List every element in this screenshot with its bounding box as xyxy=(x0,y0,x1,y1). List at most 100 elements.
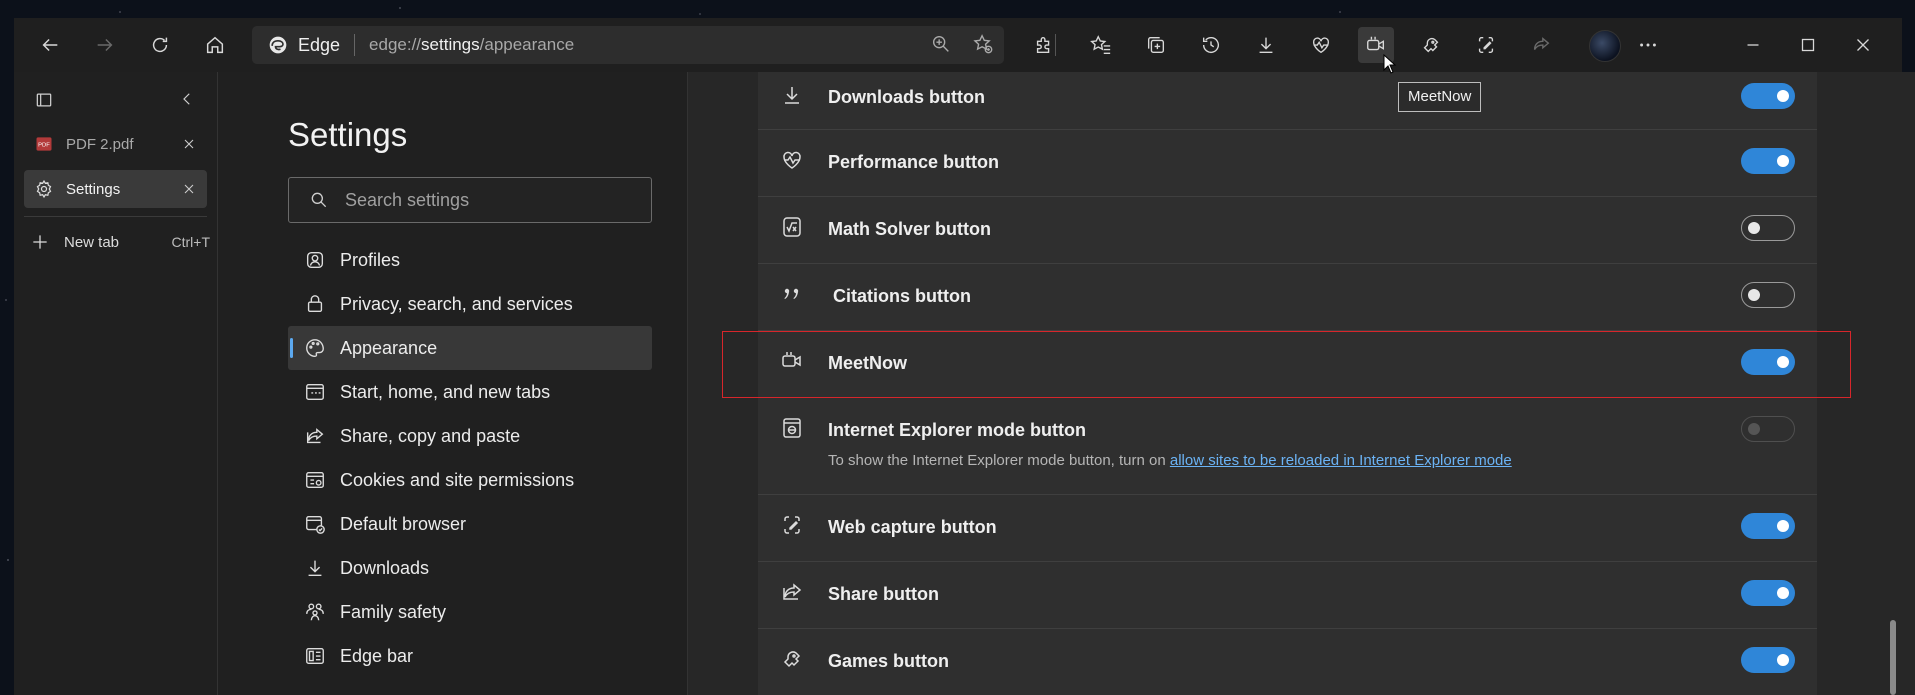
nav-item-family-safety[interactable]: Family safety xyxy=(288,590,652,634)
tab-pdf[interactable]: PDF PDF 2.pdf xyxy=(24,125,207,163)
address-separator xyxy=(354,34,356,56)
forward-icon xyxy=(97,38,113,52)
performance-icon xyxy=(1312,37,1330,54)
performance-icon xyxy=(783,151,801,169)
mouse-cursor-icon xyxy=(1383,54,1397,74)
lock-icon xyxy=(307,295,323,313)
nav-item-share-copy[interactable]: Share, copy and paste xyxy=(288,414,652,458)
games-icon xyxy=(1423,37,1439,53)
back-icon xyxy=(42,38,58,52)
refresh-icon xyxy=(152,37,168,53)
setting-label: Games button xyxy=(828,651,950,671)
web-capture-icon xyxy=(784,516,800,534)
nav-item-appearance[interactable]: Appearance xyxy=(288,326,652,370)
edge-bar-icon xyxy=(306,647,324,665)
tab-settings[interactable]: Settings xyxy=(24,170,207,208)
setting-label: Share button xyxy=(828,584,939,604)
browser-toolbar: Edge edge://settings/appearance xyxy=(14,18,1902,72)
collections-button[interactable] xyxy=(1138,27,1174,63)
share-button[interactable] xyxy=(1523,27,1559,63)
setting-label: Citations button xyxy=(833,286,971,306)
citations-toggle[interactable] xyxy=(1741,282,1795,308)
tab-actions-icon[interactable] xyxy=(34,90,54,110)
forward-button[interactable] xyxy=(87,27,123,63)
setting-row-downloads: Downloads button xyxy=(758,72,1817,130)
minimize-button[interactable] xyxy=(1735,27,1771,63)
downloads-toggle[interactable] xyxy=(1741,83,1795,109)
address-bar[interactable]: Edge edge://settings/appearance xyxy=(252,26,1004,64)
profile-avatar[interactable] xyxy=(1589,30,1621,62)
setting-row-share: Share button xyxy=(758,561,1817,629)
refresh-button[interactable] xyxy=(142,27,178,63)
web-capture-toggle[interactable] xyxy=(1741,513,1795,539)
games-button[interactable] xyxy=(1413,27,1449,63)
share-icon xyxy=(1533,37,1550,50)
games-toggle[interactable] xyxy=(1741,647,1795,673)
performance-toggle[interactable] xyxy=(1741,148,1795,174)
nav-item-cookies[interactable]: Cookies and site permissions xyxy=(288,458,652,502)
settings-content: Downloads button Performance button Math… xyxy=(688,72,1915,695)
share-icon xyxy=(783,583,802,600)
more-button[interactable] xyxy=(1630,27,1666,63)
pdf-icon: PDF xyxy=(34,134,54,154)
tab-label: PDF 2.pdf xyxy=(66,135,134,153)
new-tab-button[interactable]: New tab Ctrl+T xyxy=(30,232,210,252)
ie-mode-settings-link[interactable]: allow sites to be reloaded in Internet E… xyxy=(1170,452,1512,469)
performance-button[interactable] xyxy=(1303,27,1339,63)
meetnow-icon xyxy=(782,352,801,367)
close-window-button[interactable] xyxy=(1845,27,1881,63)
math-solver-toggle[interactable] xyxy=(1741,215,1795,241)
settings-title: Settings xyxy=(288,116,408,153)
nav-item-edge-bar[interactable]: Edge bar xyxy=(288,634,652,678)
setting-label: MeetNow xyxy=(828,353,908,373)
share-toggle[interactable] xyxy=(1741,580,1795,606)
nav-item-start-home[interactable]: Start, home, and new tabs xyxy=(288,370,652,414)
vertical-tabs-pane: PDF PDF 2.pdf Settings New tab Ctrl+T xyxy=(14,72,218,695)
extensions-button[interactable] xyxy=(1026,27,1062,63)
nav-item-downloads[interactable]: Downloads xyxy=(288,546,652,590)
tab-separator xyxy=(24,216,207,217)
back-button[interactable] xyxy=(32,27,68,63)
downloads-button[interactable] xyxy=(1248,27,1284,63)
setting-row-games: Games button xyxy=(758,628,1817,695)
setting-label: Math Solver button xyxy=(828,219,991,239)
cookies-icon xyxy=(306,471,324,489)
setting-row-citations: Citations button xyxy=(758,263,1817,331)
close-tab-icon[interactable] xyxy=(181,136,197,152)
settings-nav-list: Profiles Privacy, search, and services A… xyxy=(288,238,652,678)
palette-icon xyxy=(306,339,324,357)
meetnow-toggle[interactable] xyxy=(1741,349,1795,375)
nav-item-default-browser[interactable]: Default browser xyxy=(288,502,652,546)
history-icon xyxy=(1202,37,1219,54)
gear-icon xyxy=(34,179,54,199)
add-favorite-icon[interactable] xyxy=(972,33,994,55)
web-capture-button[interactable] xyxy=(1468,27,1504,63)
family-icon xyxy=(306,603,324,621)
new-tab-shortcut: Ctrl+T xyxy=(171,234,211,250)
home-button[interactable] xyxy=(197,27,233,63)
share-icon xyxy=(306,428,324,444)
tab-label: Settings xyxy=(66,180,121,198)
favorites-button[interactable] xyxy=(1083,27,1119,63)
close-tab-icon[interactable] xyxy=(181,181,197,197)
extensions-icon xyxy=(1036,37,1050,54)
setting-row-math-solver: Math Solver button xyxy=(758,196,1817,264)
start-page-icon xyxy=(306,383,324,401)
search-box[interactable] xyxy=(288,177,652,223)
address-url[interactable]: edge://settings/appearance xyxy=(369,35,574,55)
nav-item-profiles[interactable]: Profiles xyxy=(288,238,652,282)
history-button[interactable] xyxy=(1193,27,1229,63)
setting-row-performance: Performance button xyxy=(758,129,1817,197)
address-brand: Edge xyxy=(298,34,341,55)
zoom-icon[interactable] xyxy=(930,33,952,55)
maximize-button[interactable] xyxy=(1790,27,1826,63)
toolbar-buttons-card: Downloads button Performance button Math… xyxy=(758,72,1817,695)
setting-label: Downloads button xyxy=(828,87,985,107)
downloads-icon xyxy=(308,560,322,577)
content-scrollbar[interactable] xyxy=(1890,620,1896,695)
setting-label: Web capture button xyxy=(828,517,997,537)
search-input[interactable] xyxy=(343,188,637,212)
collapse-pane-icon[interactable] xyxy=(178,90,196,108)
setting-label: Performance button xyxy=(828,152,1000,172)
nav-item-privacy[interactable]: Privacy, search, and services xyxy=(288,282,652,326)
